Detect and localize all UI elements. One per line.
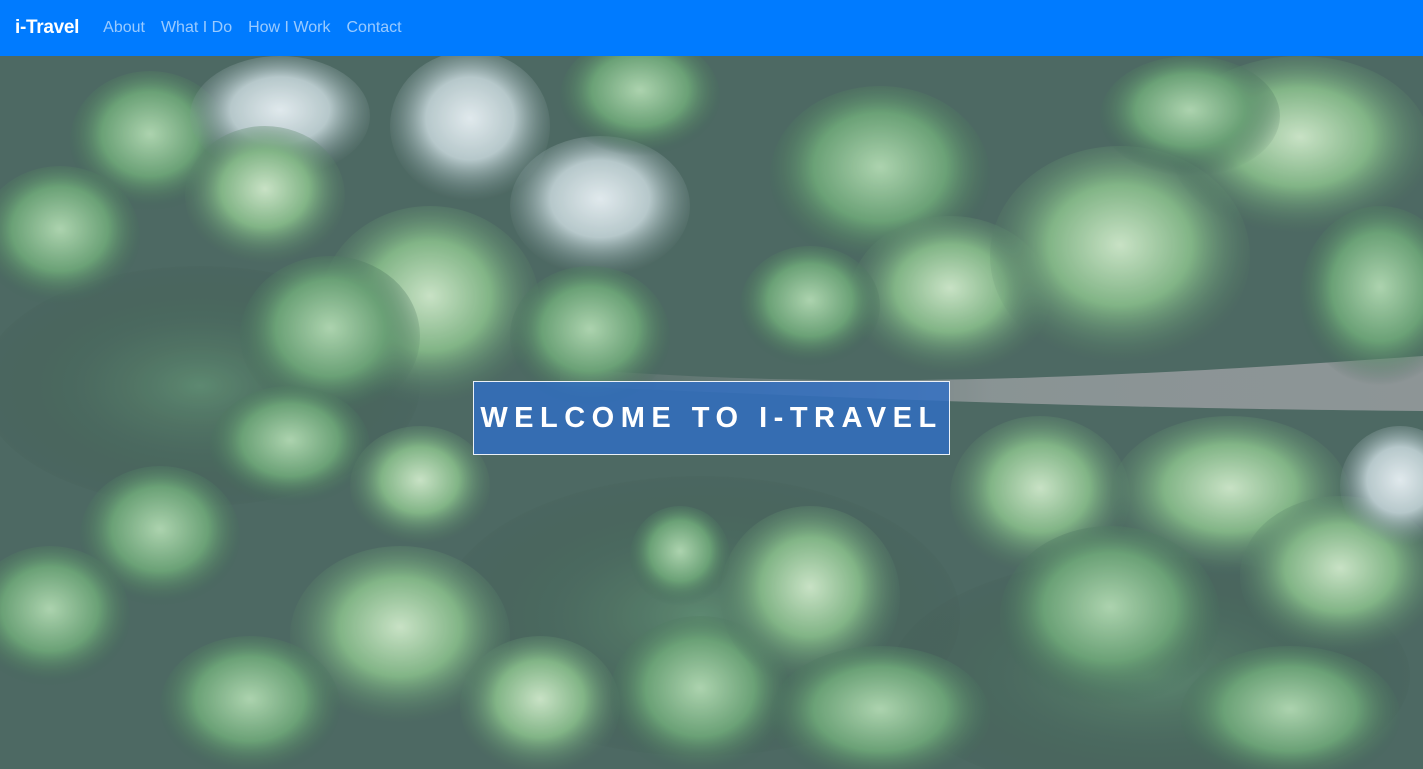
- nav-link-how-i-work[interactable]: How I Work: [248, 19, 330, 37]
- nav-link-about[interactable]: About: [103, 19, 145, 37]
- nav-link-contact[interactable]: Contact: [346, 19, 401, 37]
- nav-link-what-i-do[interactable]: What I Do: [161, 19, 232, 37]
- hero-section: WELCOME TO I-TRAVEL: [0, 56, 1423, 769]
- navbar: i-Travel About What I Do How I Work Cont…: [0, 0, 1423, 56]
- welcome-heading: WELCOME TO I-TRAVEL: [480, 401, 943, 434]
- nav-links: About What I Do How I Work Contact: [103, 19, 417, 37]
- brand-link[interactable]: i-Travel: [15, 17, 79, 39]
- welcome-banner: WELCOME TO I-TRAVEL: [473, 381, 950, 455]
